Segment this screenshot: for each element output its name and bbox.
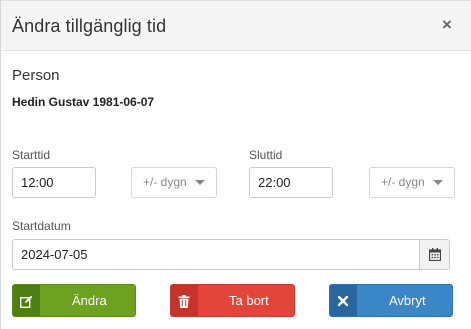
edit-icon-container	[13, 285, 40, 316]
edit-button[interactable]: Ändra	[12, 284, 136, 317]
end-day-offset-select[interactable]: +/- dygn	[369, 167, 455, 198]
end-day-offset-value: +/- dygn	[381, 175, 425, 189]
delete-button[interactable]: Ta bort	[170, 284, 295, 317]
close-icon	[337, 295, 349, 307]
end-time-input[interactable]: 22:00	[249, 167, 333, 198]
dialog-header: Ändra tillgänglig tid ×	[1, 1, 471, 51]
calendar-icon	[429, 248, 441, 261]
chevron-down-icon	[195, 180, 205, 185]
cancel-button-label: Avbryt	[389, 293, 426, 308]
start-time-input[interactable]: 12:00	[12, 167, 96, 198]
edit-icon	[20, 295, 33, 308]
start-time-label: Starttid	[12, 148, 51, 162]
start-day-offset-select[interactable]: +/- dygn	[131, 167, 217, 198]
calendar-button[interactable]	[419, 239, 450, 270]
trash-icon	[178, 295, 190, 308]
edit-button-label: Ändra	[72, 293, 107, 308]
start-date-label: Startdatum	[12, 219, 71, 233]
person-label: Person	[12, 67, 60, 84]
chevron-down-icon	[433, 180, 443, 185]
person-name: Hedin Gustav 1981-06-07	[12, 95, 155, 109]
cancel-button[interactable]: Avbryt	[329, 284, 453, 317]
close-icon-container	[330, 285, 357, 316]
start-date-input[interactable]: 2024-07-05	[12, 239, 420, 270]
delete-button-label: Ta bort	[229, 293, 269, 308]
trash-icon-container	[171, 285, 198, 316]
close-button[interactable]: ×	[438, 16, 456, 34]
dialog-title: Ändra tillgänglig tid	[12, 16, 167, 36]
start-day-offset-value: +/- dygn	[143, 175, 187, 189]
end-time-label: Sluttid	[249, 148, 283, 162]
edit-availability-dialog: Ändra tillgänglig tid × Person Hedin Gus…	[0, 0, 471, 329]
